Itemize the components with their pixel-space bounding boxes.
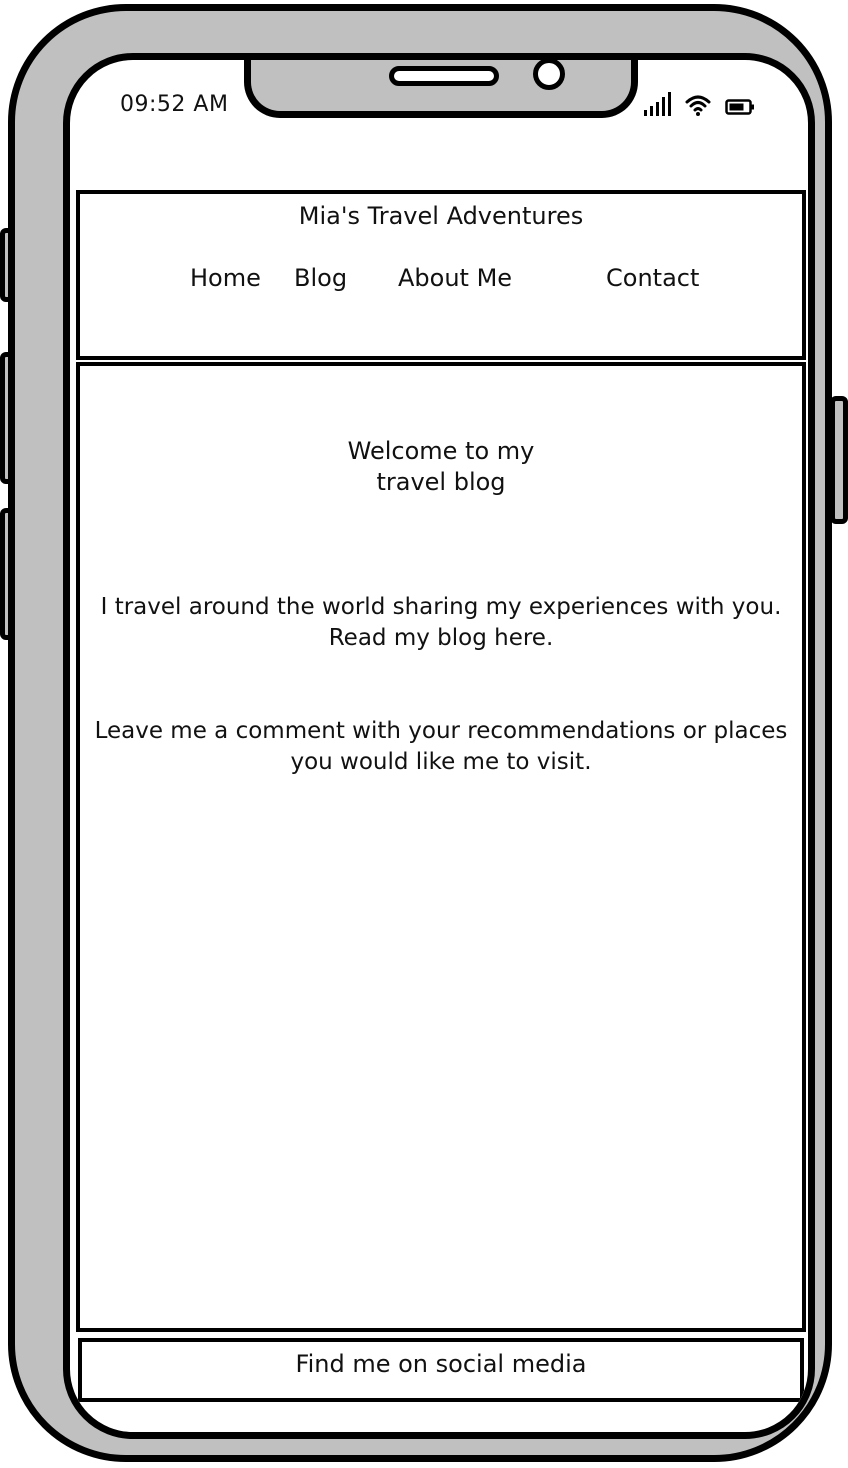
welcome-heading: Welcome to my travel blog — [80, 436, 802, 498]
phone-notch — [244, 60, 638, 118]
comment-paragraph: Leave me a comment with your recommendat… — [80, 716, 802, 778]
wifi-icon — [685, 94, 711, 116]
comment-line-1: Leave me a comment with your recommendat… — [94, 718, 788, 744]
wireframe-canvas: 09:52 AM Mia's Travel Adventures Home Bl… — [0, 0, 848, 1468]
welcome-line-2: travel blog — [376, 468, 506, 496]
status-time: 09:52 AM — [120, 92, 229, 117]
status-icons — [644, 90, 755, 116]
site-header: Mia's Travel Adventures Home Blog About … — [76, 190, 806, 360]
nav-home-link[interactable]: Home — [190, 264, 261, 292]
main-content: Welcome to my travel blog I travel aroun… — [76, 362, 806, 1332]
phone-frame: 09:52 AM Mia's Travel Adventures Home Bl… — [8, 4, 832, 1462]
camera-icon — [533, 60, 565, 90]
battery-icon — [725, 98, 755, 116]
intro-line-1: I travel around the world sharing my exp… — [100, 594, 782, 620]
speaker-grille — [389, 66, 499, 86]
social-media-link[interactable]: Find me on social media — [82, 1350, 800, 1378]
nav-contact-link[interactable]: Contact — [606, 264, 699, 292]
nav-about-link[interactable]: About Me — [398, 264, 512, 292]
intro-paragraph: I travel around the world sharing my exp… — [80, 592, 802, 654]
intro-line-2: Read my blog here. — [328, 625, 554, 651]
site-footer: Find me on social media — [78, 1338, 804, 1402]
nav-blog-link[interactable]: Blog — [294, 264, 347, 292]
phone-screen: 09:52 AM Mia's Travel Adventures Home Bl… — [63, 53, 815, 1439]
signal-icon — [644, 92, 671, 116]
welcome-line-1: Welcome to my — [347, 437, 535, 465]
comment-line-2: you would like me to visit. — [290, 749, 592, 775]
site-title: Mia's Travel Adventures — [298, 202, 584, 230]
power-button — [830, 396, 848, 524]
